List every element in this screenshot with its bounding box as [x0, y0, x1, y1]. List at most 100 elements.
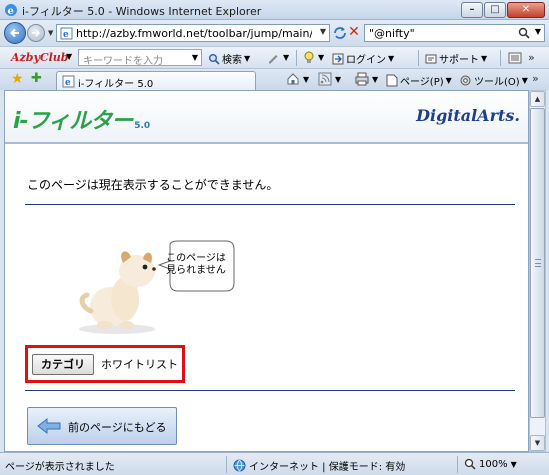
- back-arrow-icon: [10, 28, 19, 38]
- scroll-up-button[interactable]: ▲: [530, 91, 545, 107]
- command-bar-overflow-icon[interactable]: »: [532, 72, 539, 85]
- feeds-icon[interactable]: [318, 72, 332, 86]
- favorites-star-icon[interactable]: ★: [11, 72, 24, 86]
- page-icon: e: [62, 75, 75, 88]
- svg-text:e: e: [65, 78, 71, 88]
- ifilter-logo: i-フィルター 5.0: [13, 103, 150, 135]
- chevron-down-icon[interactable]: ▼: [535, 27, 541, 36]
- refresh-icon[interactable]: [333, 26, 347, 40]
- search-provider-text: "@nifty": [369, 27, 415, 40]
- add-favorites-icon[interactable]: ✚: [31, 72, 42, 86]
- security-zone[interactable]: インターネット | 保護モード: 有効: [233, 458, 405, 473]
- globe-icon: [233, 459, 246, 472]
- scroll-down-button[interactable]: ▼: [530, 435, 545, 451]
- back-button[interactable]: [4, 22, 26, 44]
- chevron-down-icon: ▼: [445, 76, 452, 85]
- vertical-scrollbar[interactable]: ▲ ▼: [529, 90, 546, 452]
- page-icon: e: [60, 27, 73, 40]
- tools-menu-button[interactable]: ツール(O) ▼: [459, 73, 528, 88]
- search-icon[interactable]: [518, 27, 530, 39]
- chevron-down-icon: ▼: [244, 54, 251, 63]
- divider: [25, 204, 515, 205]
- azbyclub-logo[interactable]: AzbyClub: [11, 51, 69, 64]
- chevron-down-icon: ▼: [388, 54, 395, 63]
- url-field[interactable]: e http://azby.fmworld.net/toolbar/jump/m…: [56, 24, 330, 42]
- title-bar: e i-フィルター 5.0 - Windows Internet Explore…: [0, 0, 549, 20]
- login-button-label: ログイン: [346, 55, 386, 66]
- bubble-text: このページは 見られません: [163, 253, 229, 277]
- azby-toolbar: AzbyClub ▼ キーワードを入力 ▼ 検索 ▼ ▼ ▼ ログイン ▼ サポ…: [0, 46, 549, 68]
- forward-arrow-icon: [32, 29, 41, 37]
- stop-icon[interactable]: ✕: [346, 24, 362, 40]
- status-text: ページが表示されました: [5, 462, 115, 473]
- login-button[interactable]: ログイン ▼: [332, 51, 394, 66]
- close-button[interactable]: ✕: [507, 2, 545, 18]
- ie-icon: e: [5, 4, 17, 17]
- puppy-illustration: [79, 251, 156, 334]
- zone-text: インターネット | 保護モード: 有効: [249, 462, 406, 473]
- tab-label: i-フィルター 5.0: [78, 79, 154, 90]
- tools-menu-label: ツール(O): [474, 77, 520, 88]
- tab-row: ★ ✚ e i-フィルター 5.0 ▼ ▼ ▼ ページ(P) ▼ ツール(O) …: [0, 68, 549, 91]
- page-menu-label: ページ(P): [400, 77, 444, 88]
- divider: [25, 390, 515, 391]
- status-bar: ページが表示されました インターネット | 保護モード: 有効 100% ▼: [0, 452, 549, 475]
- digitalarts-logo: DigitalArts.: [416, 106, 520, 125]
- keyword-placeholder: キーワードを入力: [83, 56, 163, 67]
- window-title: i-フィルター 5.0 - Windows Internet Explorer: [22, 5, 262, 18]
- category-value: ホワイトリスト: [101, 358, 178, 371]
- ifilter-logo-version: 5.0: [134, 121, 151, 131]
- page-header: i-フィルター 5.0 DigitalArts.: [5, 91, 528, 144]
- svg-text:e: e: [63, 30, 69, 40]
- login-icon: [332, 53, 344, 64]
- forward-button[interactable]: [27, 24, 45, 42]
- chevron-down-icon[interactable]: ▼: [372, 75, 378, 84]
- chevron-down-icon[interactable]: ▼: [303, 75, 309, 84]
- chevron-down-icon[interactable]: ▼: [318, 53, 324, 62]
- ifilter-logo-text: i-フィルター: [13, 109, 133, 134]
- scroll-thumb[interactable]: [530, 108, 545, 418]
- chevron-down-icon[interactable]: ▼: [320, 27, 326, 36]
- blocked-message: このページは現在表示することができません。: [27, 178, 279, 192]
- print-icon[interactable]: [355, 72, 369, 86]
- chevron-down-icon: ▼: [510, 459, 517, 469]
- zoom-value: 100%: [479, 458, 508, 470]
- go-back-button[interactable]: 前のページにもどる: [27, 407, 177, 445]
- scroll-up-icon: ▲: [534, 95, 541, 103]
- tab-ifilter[interactable]: e i-フィルター 5.0: [56, 71, 256, 91]
- chevron-down-icon[interactable]: ▼: [192, 53, 198, 62]
- support-button[interactable]: サポート ▼: [425, 51, 487, 66]
- page-content: i-フィルター 5.0 DigitalArts. このページは現在表示することがで…: [4, 90, 529, 452]
- lightbulb-icon[interactable]: [303, 51, 315, 64]
- chevron-down-icon: ▼: [481, 54, 488, 63]
- zoom-control[interactable]: 100% ▼: [464, 458, 517, 470]
- maximize-button[interactable]: □: [484, 2, 506, 18]
- svg-text:e: e: [8, 6, 14, 17]
- left-arrow-icon: [37, 417, 61, 435]
- category-button[interactable]: カテゴリ: [32, 354, 94, 375]
- pen-icon[interactable]: [267, 52, 279, 64]
- scroll-down-icon: ▼: [534, 439, 541, 447]
- search-icon: [209, 53, 220, 65]
- keyword-input[interactable]: キーワードを入力 ▼: [78, 49, 202, 67]
- support-button-label: サポート: [439, 55, 479, 66]
- search-input[interactable]: "@nifty" ▼: [364, 24, 545, 42]
- url-text: http://azby.fmworld.net/toolbar/jump/mai…: [76, 27, 312, 40]
- grip-icon: [535, 259, 541, 267]
- page-menu-icon: [386, 74, 398, 87]
- support-icon: [425, 54, 437, 63]
- minimize-button[interactable]: –: [461, 2, 483, 18]
- address-bar: ▼ e http://azby.fmworld.net/toolbar/jump…: [0, 20, 549, 46]
- chevron-down-icon[interactable]: ▼: [335, 75, 341, 84]
- go-back-label: 前のページにもどる: [68, 421, 167, 434]
- chevron-down-icon[interactable]: ▼: [283, 53, 289, 62]
- search-button[interactable]: 検索 ▼: [208, 51, 250, 66]
- toolbar-overflow-icon[interactable]: »: [528, 51, 535, 64]
- recent-pages-dropdown-icon[interactable]: ▼: [48, 29, 53, 37]
- gear-icon: [460, 75, 471, 86]
- page-menu-button[interactable]: ページ(P) ▼: [386, 73, 452, 88]
- home-icon[interactable]: [286, 72, 300, 86]
- chevron-down-icon[interactable]: ▼: [66, 52, 72, 61]
- search-button-label: 検索: [222, 55, 242, 66]
- toolbar-options-icon[interactable]: [508, 51, 522, 65]
